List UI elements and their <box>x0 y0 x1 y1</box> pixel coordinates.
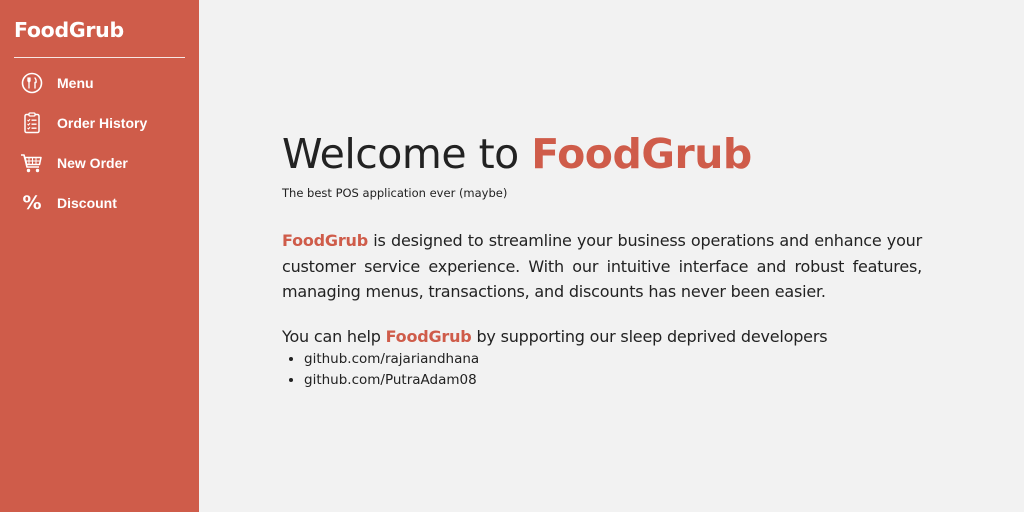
percent-icon: % <box>20 191 44 215</box>
help-brand: FoodGrub <box>385 326 472 346</box>
clipboard-list-icon <box>20 111 44 135</box>
description: FoodGrub is designed to streamline your … <box>282 228 922 305</box>
welcome-section: Welcome to FoodGrub The best POS applica… <box>282 126 922 391</box>
percent-symbol: % <box>22 192 42 214</box>
cart-icon <box>20 151 44 175</box>
sidebar-item-new-order[interactable]: New Order <box>14 143 185 183</box>
sidebar-item-discount[interactable]: % Discount <box>14 183 185 223</box>
developer-link[interactable]: github.com/rajariandhana <box>304 349 922 370</box>
help-prefix: You can help <box>282 326 386 346</box>
sidebar-item-label: Order History <box>57 115 148 131</box>
welcome-brand: FoodGrub <box>531 130 752 178</box>
sidebar-item-label: Discount <box>57 195 117 211</box>
welcome-prefix: Welcome to <box>282 130 519 178</box>
page-title: Welcome to FoodGrub <box>282 126 922 182</box>
tagline: The best POS application ever (maybe) <box>282 186 508 200</box>
sidebar-item-menu[interactable]: Menu <box>14 63 185 103</box>
main-content: Welcome to FoodGrub The best POS applica… <box>199 0 1024 512</box>
help-text: You can help FoodGrub by supporting our … <box>282 327 922 346</box>
description-brand: FoodGrub <box>282 231 368 250</box>
sidebar-item-label: New Order <box>57 155 128 171</box>
sidebar-nav: Menu Order History New Order % Discount <box>14 58 185 223</box>
app: FoodGrub Menu Order History New Order % … <box>0 0 1024 512</box>
fork-knife-icon <box>20 71 44 95</box>
sidebar-item-order-history[interactable]: Order History <box>14 103 185 143</box>
description-text: is designed to streamline your business … <box>282 231 922 301</box>
developer-links: github.com/rajariandhana github.com/Putr… <box>282 349 922 391</box>
app-brand: FoodGrub <box>14 0 185 58</box>
help-suffix: by supporting our sleep deprived develop… <box>471 326 828 346</box>
sidebar-item-label: Menu <box>57 75 94 91</box>
sidebar: FoodGrub Menu Order History New Order % … <box>0 0 199 512</box>
developer-link[interactable]: github.com/PutraAdam08 <box>304 370 922 391</box>
